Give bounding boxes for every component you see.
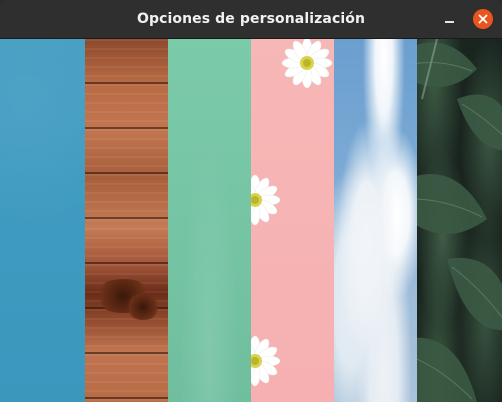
minimize-button[interactable] bbox=[439, 9, 459, 29]
wallpaper-option-mint-texture[interactable] bbox=[168, 39, 251, 402]
daisy-icon bbox=[281, 39, 333, 89]
wallpaper-option-dark-leaves[interactable] bbox=[417, 39, 502, 402]
leaves-illustration bbox=[417, 39, 502, 402]
wallpaper-option-pink-daisies[interactable] bbox=[251, 39, 334, 402]
wallpaper-grid bbox=[0, 39, 502, 402]
wallpaper-option-blue-texture[interactable] bbox=[0, 39, 85, 402]
wood-knot bbox=[125, 294, 161, 320]
wallpaper-option-sky-clouds[interactable] bbox=[334, 39, 417, 402]
titlebar[interactable]: Opciones de personalización bbox=[0, 0, 502, 39]
close-icon bbox=[478, 14, 488, 24]
close-button[interactable] bbox=[473, 9, 493, 29]
daisy-icon bbox=[251, 174, 281, 226]
personalization-window: Opciones de personalización bbox=[0, 0, 502, 402]
minimize-icon bbox=[444, 21, 454, 23]
wallpaper-option-wood-planks[interactable] bbox=[85, 39, 168, 402]
window-title: Opciones de personalización bbox=[136, 11, 366, 27]
daisy-icon bbox=[251, 335, 281, 387]
